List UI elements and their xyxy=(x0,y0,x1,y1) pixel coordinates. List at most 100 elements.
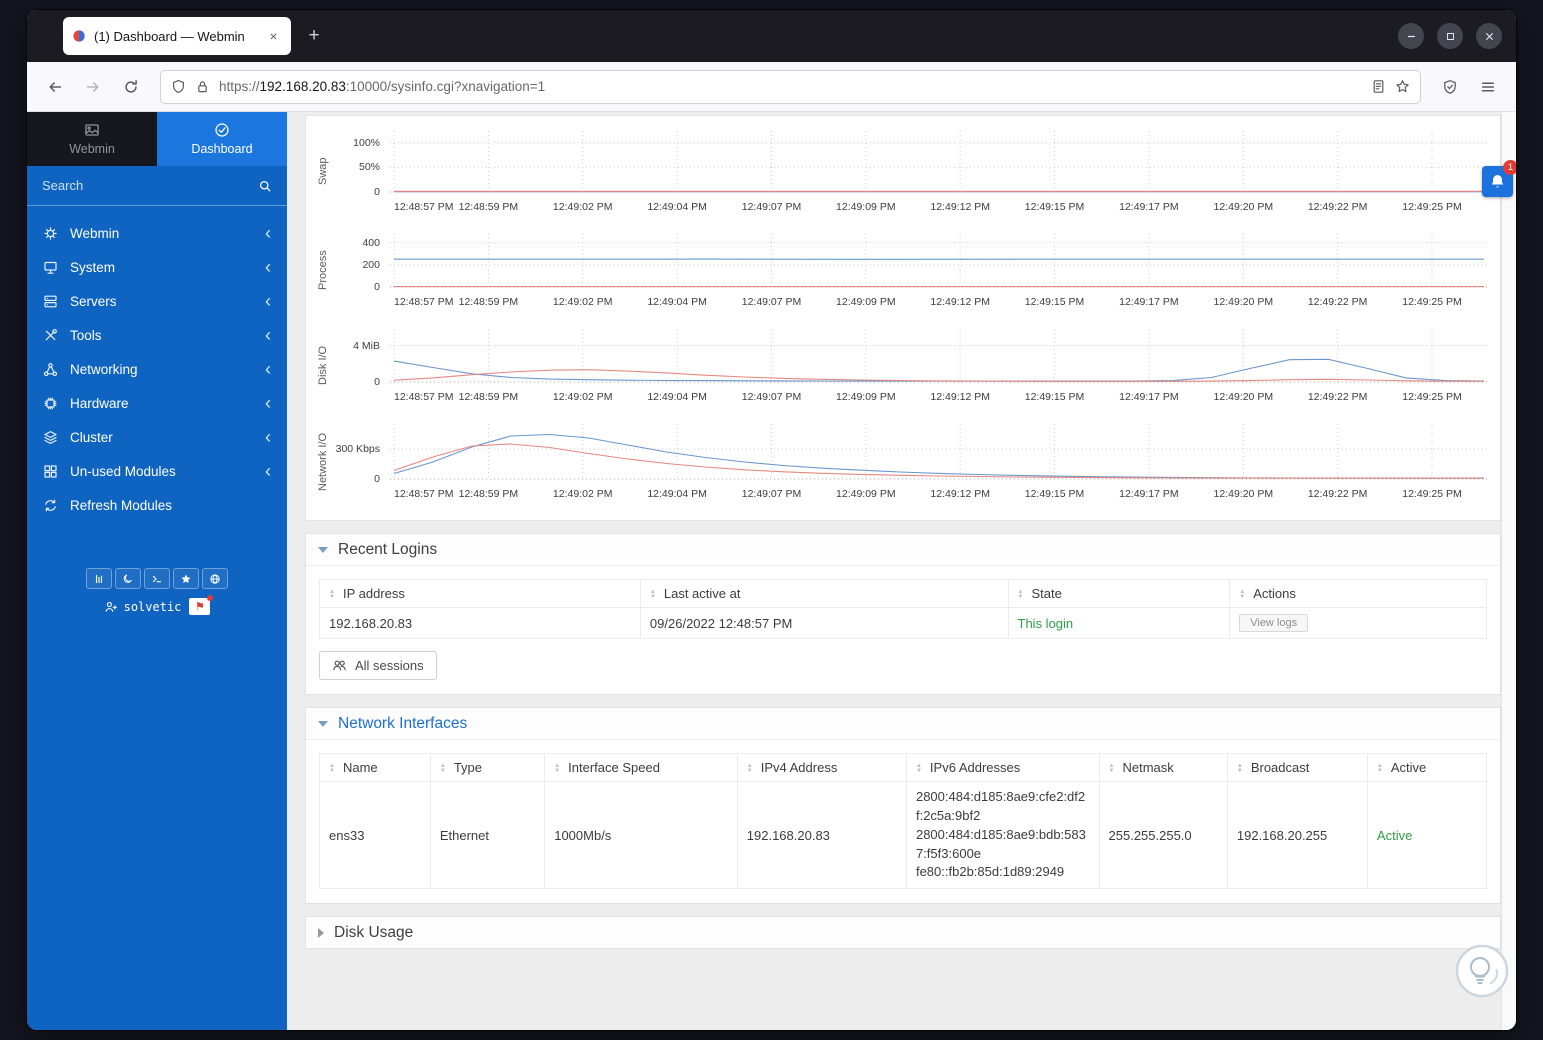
sidebar-item-un-used-modules[interactable]: Un-used Modules ‹ xyxy=(27,454,287,488)
recent-logins-header[interactable]: Recent Logins xyxy=(305,533,1501,566)
person-plus-icon xyxy=(104,600,118,614)
terminal-button[interactable] xyxy=(144,568,170,589)
window-close-button[interactable] xyxy=(1476,23,1502,49)
iface-type: Ethernet xyxy=(429,780,546,890)
column-header-last-active-at[interactable]: ▲ ▼ Last active at xyxy=(639,579,1009,608)
browser-window: (1) Dashboard — Webmin + https://192.168… xyxy=(27,10,1516,1030)
x-tick-label: 12:49:20 PM xyxy=(1213,201,1274,213)
stats-button[interactable] xyxy=(86,568,112,589)
people-icon xyxy=(332,658,347,673)
x-tick-label: 12:48:57 PM xyxy=(394,201,454,213)
notifications-button[interactable]: 1 xyxy=(1482,160,1516,197)
sidebar-item-label: Hardware xyxy=(70,395,129,411)
back-button[interactable] xyxy=(39,71,71,103)
sort-icon: ▲ ▼ xyxy=(554,762,561,774)
url-bar[interactable]: https://192.168.20.83:10000/sysinfo.cgi?… xyxy=(161,70,1420,103)
sidebar-item-refresh-modules[interactable]: Refresh Modules xyxy=(27,488,287,522)
all-sessions-button[interactable]: All sessions xyxy=(319,651,437,680)
protections-dashboard-icon[interactable] xyxy=(1434,71,1466,103)
x-tick-label: 12:49:02 PM xyxy=(552,296,613,308)
x-tick-label: 12:49:07 PM xyxy=(741,391,802,403)
network-interfaces-header[interactable]: Network Interfaces xyxy=(305,707,1501,740)
x-tick-label: 12:49:20 PM xyxy=(1213,488,1274,500)
sort-icon: ▲ ▼ xyxy=(1376,762,1383,774)
column-header-netmask[interactable]: ▲ ▼ Netmask xyxy=(1098,753,1228,782)
iface-speed: 1000Mb/s xyxy=(544,780,738,890)
sort-icon: ▲ ▼ xyxy=(329,762,335,774)
column-header-type[interactable]: ▲ ▼ Type xyxy=(429,753,546,782)
x-tick-label: 12:49:12 PM xyxy=(930,296,990,308)
sidebar-item-tools[interactable]: Tools ‹ xyxy=(27,318,287,352)
globe-button[interactable] xyxy=(202,568,228,589)
chart-x-labels: 12:48:57 PM 12:48:59 PM 12:49:02 PM 12:49:0… xyxy=(388,388,1490,405)
star-button[interactable] xyxy=(173,568,199,589)
minimize-button[interactable] xyxy=(1398,23,1424,49)
column-header-ipv4-address[interactable]: ▲ ▼ IPv4 Address xyxy=(736,753,907,782)
bookmark-star-icon[interactable] xyxy=(1395,79,1410,94)
sidebar-tab-webmin[interactable]: Webmin xyxy=(27,112,157,166)
sort-icon: ▲ ▼ xyxy=(329,588,335,600)
column-header-name[interactable]: ▲ ▼ Name xyxy=(319,753,431,782)
network-interfaces-body: ▲ ▼ Name ▲ ▼ Type ▲ ▼ Interface Speed ▲ ▼ IPv4 Addr… xyxy=(305,740,1501,905)
chart-row-process: Process 400 200 0 12:48:57 PM 12:48:59 PM 12:4… xyxy=(314,231,1490,310)
column-header-state[interactable]: ▲ ▼ State xyxy=(1007,579,1231,608)
column-header-actions[interactable]: ▲ ▼ Actions xyxy=(1229,579,1487,608)
sidebar-item-label: Tools xyxy=(70,327,102,343)
new-tab-button[interactable]: + xyxy=(299,21,329,51)
collapse-caret-icon xyxy=(318,546,328,553)
column-header-ipv6-addresses[interactable]: ▲ ▼ IPv6 Addresses xyxy=(905,753,1100,782)
sidebar-tab-dashboard[interactable]: Dashboard xyxy=(157,112,287,166)
search-input[interactable] xyxy=(42,178,258,193)
sidebar-item-hardware[interactable]: Hardware ‹ xyxy=(27,386,287,420)
reload-button[interactable] xyxy=(115,71,147,103)
login-last-active: 09/26/2022 12:48:57 PM xyxy=(639,607,1009,639)
browser-titlebar: (1) Dashboard — Webmin + xyxy=(27,10,1516,62)
browser-tab[interactable]: (1) Dashboard — Webmin xyxy=(63,17,291,55)
modules-icon xyxy=(43,464,59,479)
iface-active: Active xyxy=(1366,780,1488,890)
scrollbar[interactable] xyxy=(1501,112,1516,1030)
column-header-active[interactable]: ▲ ▼ Active xyxy=(1366,753,1488,782)
webmin-favicon-icon xyxy=(72,29,86,43)
chart-x-labels: 12:48:57 PM 12:48:59 PM 12:49:02 PM 12:49:0… xyxy=(388,198,1490,215)
sort-icon: ▲ ▼ xyxy=(439,762,446,774)
tab-close-icon[interactable] xyxy=(264,27,282,45)
tracking-protection-icon[interactable] xyxy=(171,79,186,94)
x-tick-label: 12:49:04 PM xyxy=(647,201,707,213)
disk-usage-header[interactable]: Disk Usage xyxy=(305,916,1501,950)
sidebar-item-networking[interactable]: Networking ‹ xyxy=(27,352,287,386)
system-charts-panel: Swap 100% 50% 0 12:48:57 PM 12:48:59 PM 12:49:… xyxy=(305,115,1501,521)
x-tick-label: 12:49:04 PM xyxy=(647,296,707,308)
flag-badge xyxy=(207,595,214,601)
x-tick-label: 12:49:12 PM xyxy=(930,488,990,500)
sidebar-item-servers[interactable]: Servers ‹ xyxy=(27,284,287,318)
network-interfaces-table: ▲ ▼ Name ▲ ▼ Type ▲ ▼ Interface Speed ▲ ▼ IPv4 Addr… xyxy=(319,753,1488,890)
view-logs-button[interactable]: View logs xyxy=(1239,614,1309,632)
main-area: Swap 100% 50% 0 12:48:57 PM 12:48:59 PM 12:49:… xyxy=(287,112,1516,1030)
moon-button[interactable] xyxy=(115,568,141,589)
user-chip[interactable]: solvetic xyxy=(104,600,181,614)
column-header-interface-speed[interactable]: ▲ ▼ Interface Speed xyxy=(544,753,738,782)
column-header-broadcast[interactable]: ▲ ▼ Broadcast xyxy=(1226,753,1368,782)
x-tick-label: 12:48:59 PM xyxy=(458,391,519,403)
sidebar-item-cluster[interactable]: Cluster ‹ xyxy=(27,420,287,454)
logout-flag-button[interactable]: ⚑ xyxy=(189,595,214,615)
chevron-left-icon: ‹ xyxy=(265,461,271,481)
forward-button[interactable] xyxy=(77,71,109,103)
maximize-button[interactable] xyxy=(1437,23,1463,49)
x-tick-label: 12:49:22 PM xyxy=(1307,201,1368,213)
sidebar-item-system[interactable]: System ‹ xyxy=(27,250,287,284)
menu-button[interactable] xyxy=(1472,71,1504,103)
dashboard-tab-label: Dashboard xyxy=(191,142,253,156)
iface-broadcast: 192.168.20.255 xyxy=(1226,780,1368,890)
terminal-icon xyxy=(151,573,163,585)
reader-mode-icon[interactable] xyxy=(1371,79,1386,94)
column-header-ip-address[interactable]: ▲ ▼ IP address xyxy=(319,579,641,608)
sidebar-item-label: Cluster xyxy=(70,429,113,445)
flag-icon: ⚑ xyxy=(194,601,205,613)
chart-row-disk-i-o: Disk I/O 4 MiB 0 12:48:57 PM 12:48:59 PM 12:4… xyxy=(314,326,1490,405)
sidebar-item-webmin[interactable]: Webmin ‹ xyxy=(27,216,287,250)
lock-icon[interactable] xyxy=(195,79,210,94)
sidebar: Webmin Dashboard Webmin‹System‹Servers‹T… xyxy=(27,112,287,1030)
sidebar-search xyxy=(27,166,287,206)
